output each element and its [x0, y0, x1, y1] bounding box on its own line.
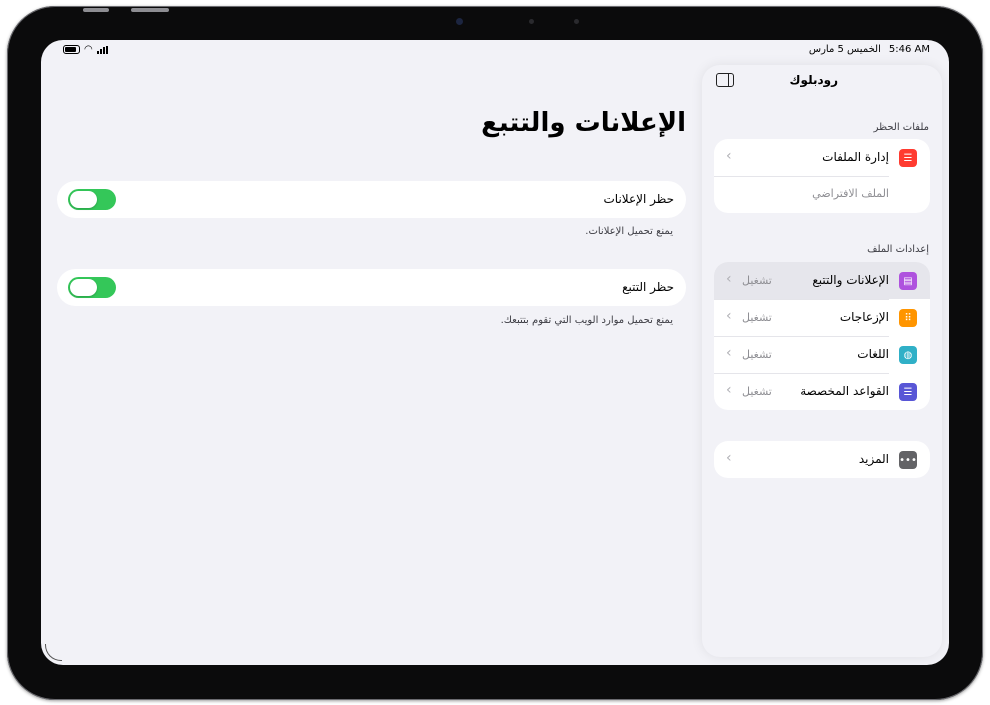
chevron-left-icon: ‹: [726, 308, 732, 324]
sidebar-item-label: القواعد المخصصة: [800, 384, 889, 398]
block-ads-footnote: يمنع تحميل الإعلانات.: [585, 226, 673, 237]
sidebar-item-custom-rules[interactable]: ☰ القواعد المخصصة تشغيل ‹: [714, 373, 930, 410]
top-button: [131, 8, 169, 12]
chevron-left-icon: ‹: [726, 148, 732, 164]
sidebar-toggle-icon[interactable]: [716, 73, 734, 87]
status-clock: الخميس 5 مارس 5:46 AM: [809, 44, 930, 55]
chevron-left-icon: ‹: [726, 345, 732, 361]
block-tracking-toggle[interactable]: [68, 277, 116, 298]
annoyances-icon: ⠿: [899, 309, 917, 327]
sidebar-item-annoyances[interactable]: ⠿ الإزعاجات تشغيل ‹: [714, 299, 930, 336]
status-label: تشغيل: [742, 311, 772, 324]
battery-icon: [63, 45, 80, 54]
more-ellipsis-icon: •••: [899, 451, 917, 469]
status-date: الخميس 5 مارس: [808, 44, 881, 55]
status-icons: ◠: [63, 44, 108, 55]
more-group: ••• المزيد ‹: [714, 441, 930, 478]
screen: ◠ الخميس 5 مارس 5:46 AM الإعلانات والتتب…: [41, 40, 949, 665]
block-tracking-label: حظر التتبع: [622, 280, 674, 294]
chevron-left-icon: ‹: [726, 382, 732, 398]
default-file-label: الملف الافتراضي: [812, 187, 889, 200]
block-files-header: ملفات الحظر: [873, 122, 929, 133]
chevron-left-icon: ‹: [726, 271, 732, 287]
status-time: 5:46 AM: [888, 44, 930, 55]
sidebar-item-label: الإزعاجات: [839, 310, 889, 324]
status-label: تشغيل: [742, 385, 772, 398]
file-settings-group: ▤ الإعلانات والتتبع تشغيل ‹ ⠿ الإزعاجات …: [714, 262, 930, 410]
sidebar: رودبلوك ملفات الحظر ☰ إدارة الملفات ‹ ال…: [702, 65, 942, 657]
ads-tracking-icon: ▤: [899, 272, 917, 290]
manage-files-item[interactable]: ☰ إدارة الملفات ‹: [714, 139, 930, 176]
file-settings-header: إعدادات الملف: [867, 244, 929, 255]
block-tracking-row: حظر التتبع: [57, 269, 686, 306]
signal-icon: [96, 45, 108, 54]
block-files-group: ☰ إدارة الملفات ‹ الملف الافتراضي: [714, 139, 930, 213]
block-ads-label: حظر الإعلانات: [603, 192, 675, 206]
block-tracking-footnote: يمنع تحميل موارد الويب التي تقوم بتتبعك.: [500, 315, 673, 326]
sensor: [574, 19, 579, 24]
front-camera: [456, 18, 463, 25]
wifi-icon: ◠: [84, 44, 93, 55]
page-title: الإعلانات والتتبع: [481, 108, 686, 138]
block-ads-toggle[interactable]: [68, 189, 116, 210]
volume-button: [83, 8, 109, 12]
resize-handle-icon[interactable]: [45, 644, 62, 661]
status-label: تشغيل: [742, 348, 772, 361]
sidebar-item-label: اللغات: [857, 347, 889, 361]
manage-files-icon: ☰: [899, 149, 917, 167]
sidebar-item-languages[interactable]: ◍ اللغات تشغيل ‹: [714, 336, 930, 373]
sidebar-item-label: الإعلانات والتتبع: [812, 273, 889, 287]
manage-files-label: إدارة الملفات: [822, 150, 889, 164]
sidebar-title: رودبلوك: [789, 73, 838, 87]
sensor: [529, 19, 534, 24]
chevron-left-icon: ‹: [726, 450, 732, 466]
sidebar-item-label: المزيد: [858, 452, 889, 466]
sidebar-item-ads-tracking[interactable]: ▤ الإعلانات والتتبع تشغيل ‹: [714, 262, 930, 299]
toggle-knob: [70, 191, 97, 208]
sidebar-item-more[interactable]: ••• المزيد ‹: [714, 441, 930, 478]
custom-rules-icon: ☰: [899, 383, 917, 401]
languages-globe-icon: ◍: [899, 346, 917, 364]
status-label: تشغيل: [742, 274, 772, 287]
default-file-item[interactable]: الملف الافتراضي: [714, 176, 930, 213]
block-ads-row: حظر الإعلانات: [57, 181, 686, 218]
toggle-knob: [70, 279, 97, 296]
